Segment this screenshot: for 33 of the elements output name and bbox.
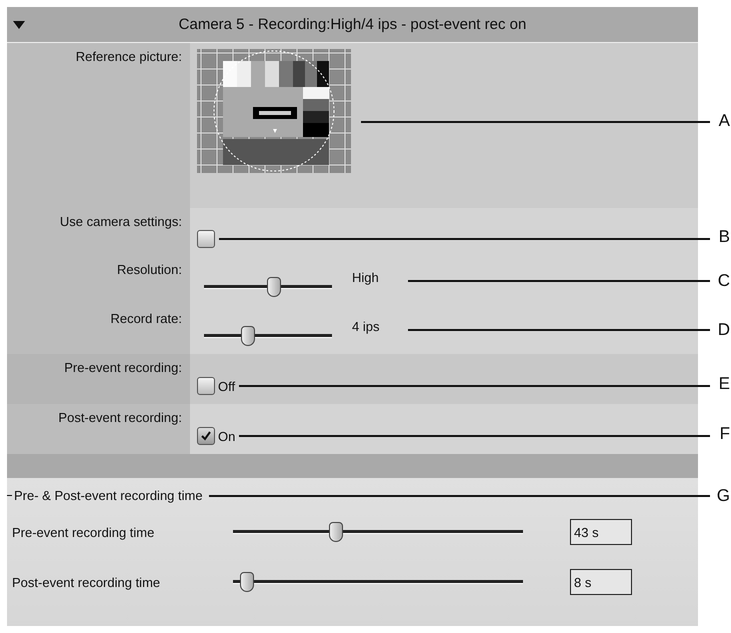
callout-letter: D [718,320,730,340]
checkmark-icon [200,430,212,442]
callout-letter: C [718,270,730,290]
value-field[interactable]: 8 s [570,569,632,595]
slider-thumb[interactable] [329,522,344,542]
callout-letter: A [718,111,730,131]
section-title: Camera 5 - Recording:High/4 ips - post-event rec on [178,16,526,33]
group-title: Pre- & Post-event recording time [14,488,203,503]
checkbox-label: On [218,428,236,444]
slider-value: High [352,270,380,285]
slider-thumb[interactable] [241,326,256,346]
section-header[interactable]: Camera 5 - Recording:High/4 ips - post-event rec on [7,7,698,43]
setting-label: Resolution: [116,262,182,277]
checkbox[interactable] [197,427,215,445]
setting-label: Post-event recording time [12,574,162,590]
setting-label: Record rate: [110,311,182,326]
checkbox[interactable] [197,230,215,248]
slider-thumb[interactable] [240,572,254,592]
setting-label: Post-event recording: [58,410,182,425]
callout-letter: E [718,374,730,394]
value-field[interactable]: 43 s [570,519,632,545]
callout-letter: B [718,226,730,247]
slider-thumb[interactable] [266,276,281,296]
callout-letter: G [716,486,730,506]
slider-value: 4 ips [352,319,380,334]
setting-label: Use camera settings: [60,214,182,229]
collapse-triangle-icon[interactable] [13,21,25,29]
setting-label: Reference picture: [76,49,182,64]
setting-label: Pre-event recording: [64,360,182,375]
callout-letter: F [720,424,730,444]
setting-label: Pre-event recording time [12,524,156,540]
checkbox[interactable] [197,377,215,395]
checkbox-label: Off [218,378,236,394]
